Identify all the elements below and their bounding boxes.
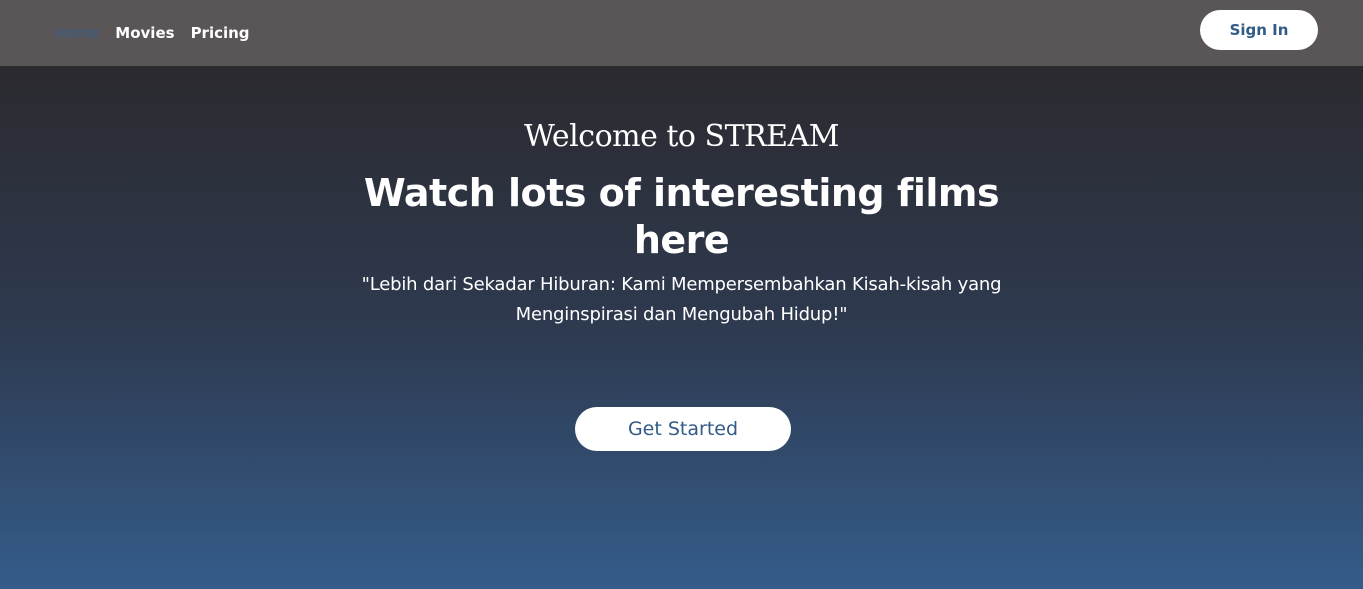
hero-headline: Watch lots of interesting films here xyxy=(363,171,1000,262)
get-started-button[interactable]: Get Started xyxy=(575,407,791,451)
nav-link-home[interactable]: Home xyxy=(55,24,99,42)
nav-link-pricing[interactable]: Pricing xyxy=(191,24,250,42)
sign-in-button[interactable]: Sign In xyxy=(1200,10,1318,50)
hero-tagline: "Lebih dari Sekadar Hiburan: Kami Memper… xyxy=(361,274,1002,325)
nav-link-movies[interactable]: Movies xyxy=(115,24,174,42)
nav-links: Home Movies Pricing xyxy=(55,24,250,42)
hero-section: Welcome to STREAM Watch lots of interest… xyxy=(0,66,1363,330)
navbar: Home Movies Pricing Sign In xyxy=(0,0,1363,66)
welcome-heading: Welcome to STREAM xyxy=(524,119,839,154)
